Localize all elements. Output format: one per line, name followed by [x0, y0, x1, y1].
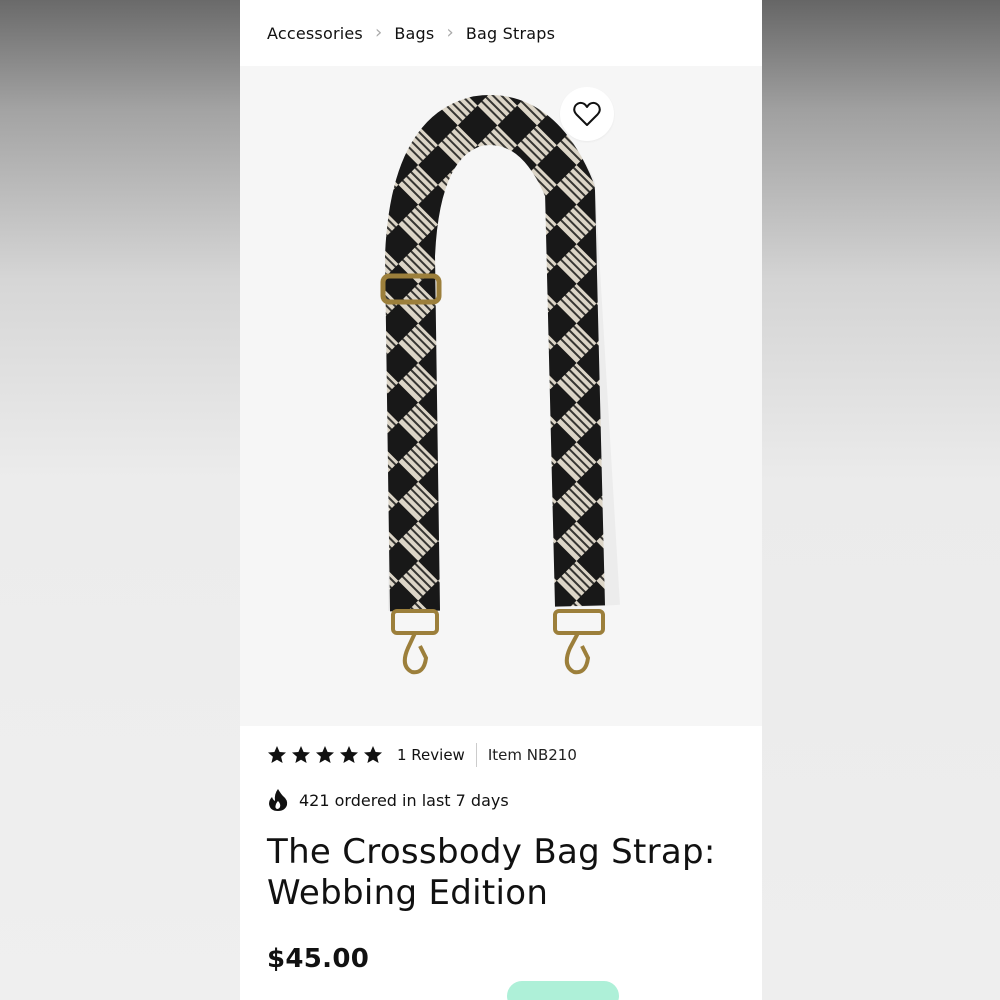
background-left: [0, 0, 240, 1000]
chevron-right-icon: ›: [446, 21, 454, 43]
background-right: [762, 0, 1000, 1000]
product-page: Accessories › Bags › Bag Straps 1 Review…: [240, 0, 762, 1000]
star-icon: [340, 746, 358, 763]
divider: [475, 743, 477, 767]
orders-text: 421 ordered in last 7 days: [299, 790, 509, 810]
breadcrumb-accessories[interactable]: Accessories: [267, 24, 363, 43]
wishlist-button[interactable]: [560, 87, 614, 141]
left-clasp: [391, 609, 439, 675]
heart-outline-icon: [573, 101, 601, 126]
star-icon: [292, 746, 310, 763]
breadcrumb-bags[interactable]: Bags: [394, 24, 434, 43]
right-clasp: [553, 609, 605, 675]
bag-strap-image: [380, 95, 620, 675]
promo-badge[interactable]: [507, 981, 619, 1000]
star-icon: [316, 746, 334, 763]
popularity-row: 421 ordered in last 7 days: [267, 788, 509, 812]
product-title: The Crossbody Bag Strap: Webbing Edition: [267, 832, 716, 913]
item-number: Item NB210: [487, 746, 577, 764]
breadcrumb-bag-straps[interactable]: Bag Straps: [466, 24, 555, 43]
star-icon: [268, 746, 286, 763]
product-image[interactable]: [240, 66, 762, 726]
star-icon: [364, 746, 382, 763]
breadcrumb: Accessories › Bags › Bag Straps: [240, 0, 762, 66]
flame-icon: [269, 789, 288, 811]
reviews-link[interactable]: 1 Review: [397, 746, 465, 764]
chevron-right-icon: ›: [374, 21, 383, 43]
product-price: $45.00: [267, 944, 370, 974]
star-rating[interactable]: [267, 745, 383, 765]
rating-row: 1 Review Item NB210: [267, 742, 577, 768]
